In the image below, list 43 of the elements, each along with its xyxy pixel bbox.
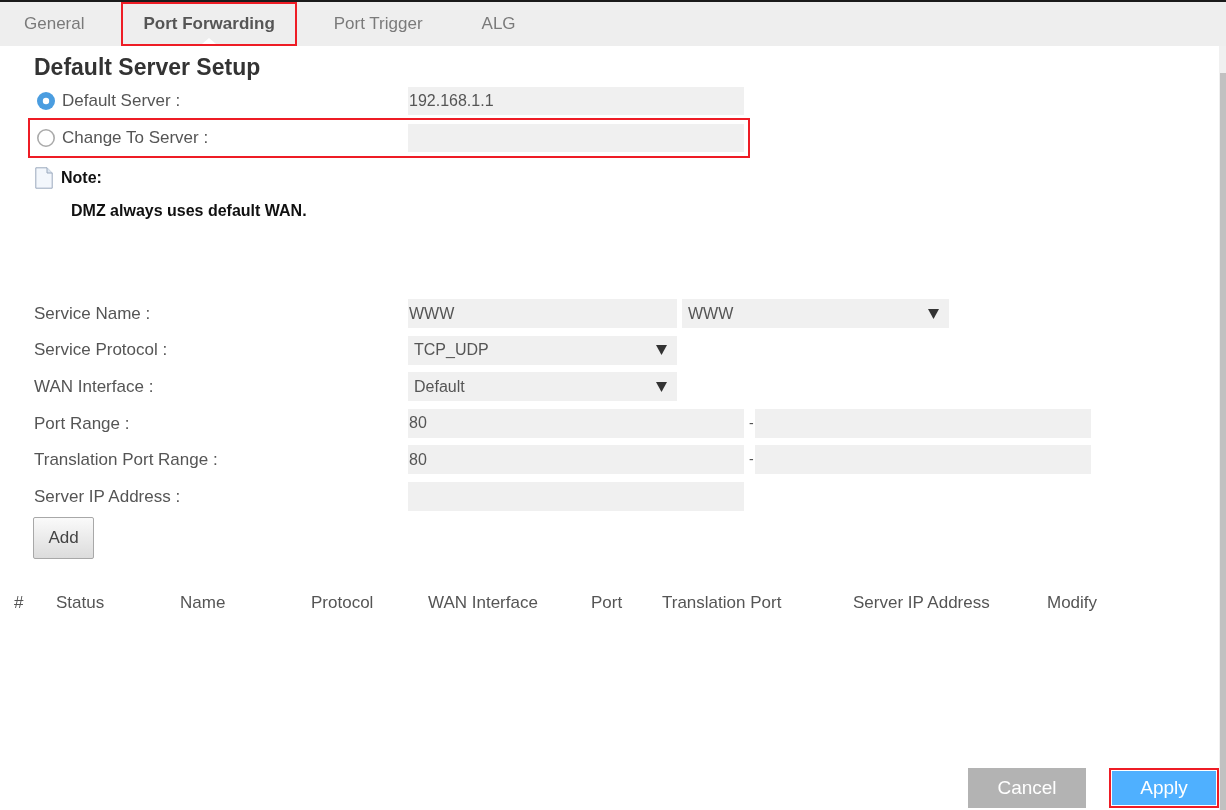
note-title: Note: (61, 168, 102, 188)
caret-icon (928, 308, 939, 319)
range-separator: - (748, 413, 755, 433)
field-label: Translation Port Range : (34, 449, 218, 472)
column-header: Server IP Address (853, 591, 990, 614)
column-header: Protocol (311, 591, 374, 614)
input-field[interactable]: 80 (408, 408, 744, 438)
caret-icon (656, 381, 667, 392)
radio-button[interactable] (37, 129, 55, 147)
field-label: Service Name : (34, 302, 151, 325)
radio-button[interactable] (37, 92, 55, 110)
tab-pointer-icon (202, 38, 217, 44)
column-header: Name (180, 591, 226, 614)
dropdown[interactable]: TCP_UDP (408, 335, 677, 365)
tab[interactable]: Port Trigger (311, 2, 445, 46)
dropdown[interactable]: WWW (682, 299, 949, 328)
input-field[interactable]: 192.168.1.1 (408, 87, 744, 115)
field-label: Server IP Address : (34, 485, 181, 508)
caret-icon (656, 345, 667, 356)
dropdown[interactable]: Default (408, 372, 677, 402)
column-header: Modify (1047, 591, 1098, 614)
input-field[interactable]: WWW (408, 299, 677, 328)
scrollbar-thumb[interactable] (1220, 73, 1226, 810)
tab[interactable]: ALG (459, 2, 538, 46)
radio-label: Default Server : (62, 90, 181, 113)
column-header: # (14, 591, 24, 614)
column-header: WAN Interface (428, 591, 538, 614)
input-field[interactable]: 80 (408, 445, 744, 475)
field-label: WAN Interface : (34, 375, 154, 398)
tab[interactable]: General (2, 2, 107, 46)
scrollbar[interactable] (1219, 46, 1226, 810)
add-button[interactable]: Add (33, 516, 94, 559)
column-header: Translation Port (662, 591, 782, 614)
tab[interactable]: Port Forwarding (121, 2, 297, 46)
field-label: Port Range : (34, 412, 130, 435)
note-text: DMZ always uses default WAN. (71, 201, 307, 221)
field-label: Service Protocol : (34, 339, 168, 362)
note-icon (35, 167, 53, 189)
range-separator: - (748, 450, 755, 470)
column-header: Port (591, 591, 623, 614)
column-header: Status (56, 591, 105, 614)
section-title: Default Server Setup (34, 54, 261, 80)
radio-label: Change To Server : (62, 127, 209, 150)
